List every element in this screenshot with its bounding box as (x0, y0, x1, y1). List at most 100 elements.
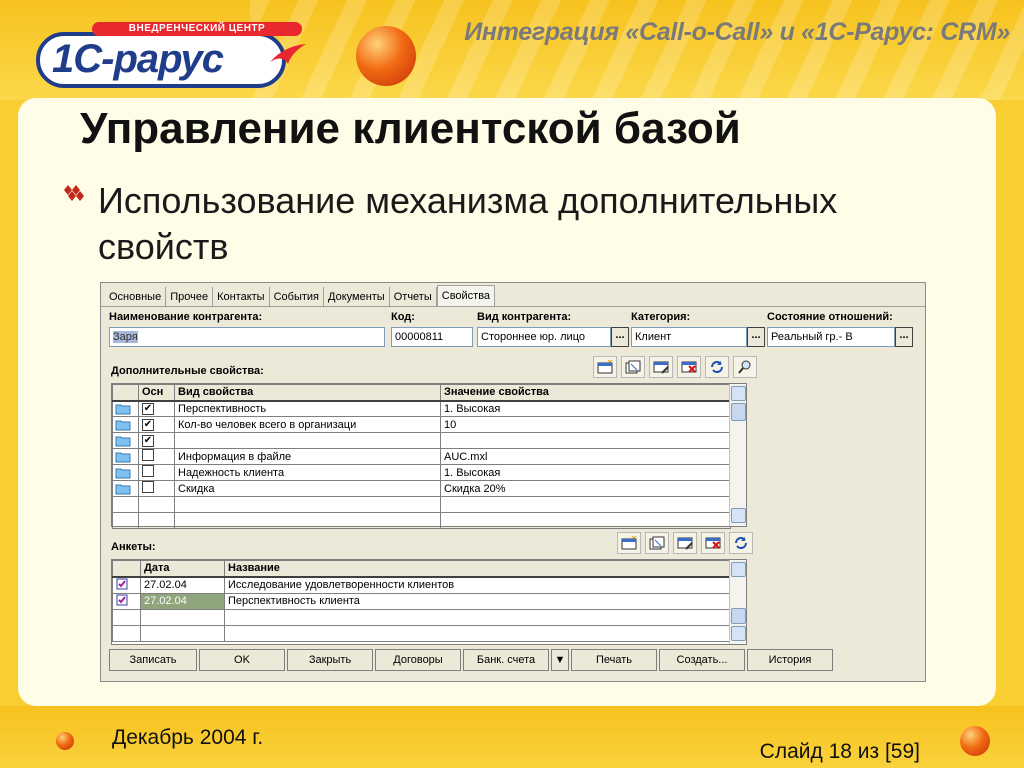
relation-field[interactable]: Реальный гр.- В (767, 327, 895, 347)
print-button[interactable]: Печать (571, 649, 657, 671)
main-checkbox[interactable] (142, 465, 154, 477)
column-header-value[interactable]: Значение свойства (440, 384, 731, 402)
scroll-up-icon[interactable] (731, 386, 746, 401)
surveys-toolbar (617, 532, 753, 554)
property-kind-cell[interactable]: Перспективность (174, 400, 441, 417)
category-select-button[interactable]: ... (747, 327, 765, 347)
close-button[interactable]: Закрыть (287, 649, 373, 671)
main-checkbox-cell[interactable]: ✔ (138, 432, 175, 449)
surveys-scrollbar[interactable] (729, 560, 746, 644)
copy-row-icon[interactable] (621, 356, 645, 378)
create-button[interactable]: Создать... (659, 649, 745, 671)
tab-contacts[interactable]: Контакты (213, 287, 270, 307)
main-checkbox[interactable]: ✔ (142, 435, 154, 447)
add-survey-icon[interactable] (617, 532, 641, 554)
search-icon[interactable] (733, 356, 757, 378)
main-checkbox-cell[interactable]: ✔ (138, 416, 175, 433)
tab-reports[interactable]: Отчеты (389, 287, 437, 307)
property-kind-cell[interactable]: Надежность клиента (174, 464, 441, 481)
scroll-down-icon[interactable] (731, 626, 746, 641)
scroll-down-icon[interactable] (731, 508, 746, 523)
kind-field[interactable]: Стороннее юр. лицо (477, 327, 611, 347)
category-field[interactable]: Клиент (631, 327, 747, 347)
property-kind-cell[interactable]: Кол-во человек всего в организаци (174, 416, 441, 433)
company-logo: ВНЕДРЕНЧЕСКИЙ ЦЕНТР 1С-рарус (30, 20, 310, 90)
save-button[interactable]: Записать (109, 649, 197, 671)
main-checkbox[interactable] (142, 449, 154, 461)
tab-events[interactable]: События (269, 287, 325, 307)
main-checkbox[interactable] (142, 481, 154, 493)
column-header-name[interactable]: Название (224, 560, 731, 578)
tab-other[interactable]: Прочее (166, 287, 214, 307)
column-header-icon[interactable] (112, 384, 139, 402)
bank-accounts-dropdown-icon[interactable]: ▼ (551, 649, 569, 671)
name-field[interactable]: Заря (109, 327, 385, 347)
property-value-cell[interactable] (440, 432, 731, 449)
property-kind-cell[interactable] (174, 432, 441, 449)
history-button[interactable]: История (747, 649, 833, 671)
property-value-cell[interactable]: 1. Высокая (440, 464, 731, 481)
edit-survey-icon[interactable] (673, 532, 697, 554)
surveys-label: Анкеты: (111, 541, 156, 553)
column-header-date[interactable]: Дата (140, 560, 225, 578)
refresh-surveys-icon[interactable] (729, 532, 753, 554)
table-row[interactable] (112, 496, 731, 513)
code-field[interactable]: 00000811 (391, 327, 473, 347)
copy-survey-icon[interactable] (645, 532, 669, 554)
bank-accounts-button[interactable]: Банк. счета (463, 649, 549, 671)
survey-date-cell[interactable]: 27.02.04 (140, 576, 225, 594)
scroll-up-icon[interactable] (731, 562, 746, 577)
properties-scrollbar[interactable] (729, 384, 746, 526)
folder-icon (115, 452, 131, 463)
add-row-icon[interactable] (593, 356, 617, 378)
property-kind-cell[interactable]: Информация в файле (174, 448, 441, 465)
table-row[interactable]: Информация в файле AUC.mxl (112, 448, 731, 465)
table-row[interactable]: 27.02.04 Исследование удовлетворенности … (112, 576, 731, 594)
main-checkbox-cell[interactable]: ✔ (138, 400, 175, 417)
surveys-grid: Дата Название 27.02.04 Исследование удов… (111, 559, 747, 645)
column-header-kind[interactable]: Вид свойства (174, 384, 441, 402)
tab-main[interactable]: Основные (105, 287, 167, 307)
delete-survey-icon[interactable] (701, 532, 725, 554)
table-row[interactable]: Скидка Скидка 20% (112, 480, 731, 497)
property-value-cell[interactable]: 10 (440, 416, 731, 433)
property-value-cell[interactable]: Скидка 20% (440, 480, 731, 497)
main-checkbox[interactable]: ✔ (142, 419, 154, 431)
property-value-cell[interactable]: 1. Высокая (440, 400, 731, 417)
row-folder-cell (112, 464, 139, 481)
column-header-icon[interactable] (112, 560, 141, 578)
table-row[interactable]: 27.02.04 Перспективность клиента (112, 592, 731, 610)
survey-name-cell[interactable]: Перспективность клиента (224, 592, 731, 610)
edit-row-icon[interactable] (649, 356, 673, 378)
main-checkbox-cell[interactable] (138, 448, 175, 465)
relation-select-button[interactable]: ... (895, 327, 913, 347)
main-checkbox-cell[interactable] (138, 464, 175, 481)
survey-name-cell[interactable]: Исследование удовлетворенности клиентов (224, 576, 731, 594)
delete-row-icon[interactable] (677, 356, 701, 378)
surveys-header-row: Дата Название (112, 560, 731, 578)
table-row[interactable] (112, 624, 731, 642)
table-row[interactable]: ✔ Перспективность 1. Высокая (112, 400, 731, 417)
survey-date-cell[interactable]: 27.02.04 (140, 592, 225, 610)
main-checkbox-cell[interactable] (138, 480, 175, 497)
table-row[interactable]: Надежность клиента 1. Высокая (112, 464, 731, 481)
scroll-thumb[interactable] (731, 608, 746, 624)
main-checkbox[interactable]: ✔ (142, 403, 154, 416)
column-header-main[interactable]: Осн (138, 384, 175, 402)
property-value-cell[interactable]: AUC.mxl (440, 448, 731, 465)
property-kind-cell[interactable]: Скидка (174, 480, 441, 497)
tab-documents[interactable]: Документы (324, 287, 390, 307)
scroll-thumb[interactable] (731, 403, 746, 421)
refresh-icon[interactable] (705, 356, 729, 378)
row-folder-cell (112, 432, 139, 449)
table-row[interactable]: ✔ (112, 432, 731, 449)
table-row[interactable] (112, 512, 731, 529)
tab-properties[interactable]: Свойства (436, 285, 496, 307)
survey-icon-cell (112, 592, 141, 610)
table-row[interactable] (112, 608, 731, 626)
table-row[interactable]: ✔ Кол-во человек всего в организаци 10 (112, 416, 731, 433)
kind-select-button[interactable]: ... (611, 327, 629, 347)
decorative-orb-icon (356, 26, 416, 86)
contracts-button[interactable]: Договоры (375, 649, 461, 671)
ok-button[interactable]: OK (199, 649, 285, 671)
